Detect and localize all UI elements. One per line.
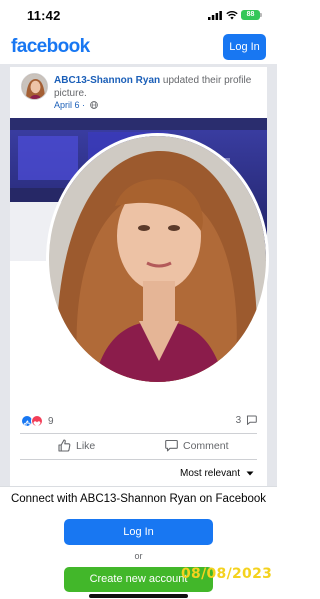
comment-icon [165,439,178,452]
post-meta: April 6 · [54,100,98,110]
divider [20,459,257,460]
or-separator: or [134,551,143,561]
cellular-signal-icon [208,11,222,20]
top-bar: facebook Log In [0,32,277,64]
profile-picture-post[interactable] [10,118,269,451]
avatar-image [22,74,47,99]
battery-icon: 88 [241,10,260,20]
wifi-icon [226,10,238,20]
post-author-link[interactable]: ABC13-Shannon Ryan [54,75,160,86]
login-button[interactable]: Log In [64,519,213,545]
battery-tip [260,13,262,17]
globe-icon [89,101,98,109]
post-date[interactable]: April 6 [54,100,80,110]
login-sheet: Connect with ABC13-Shannon Ryan on Faceb… [0,486,277,599]
reactions-row: 9 3 [10,413,267,431]
caret-down-icon [246,471,254,476]
divider [20,433,257,434]
reaction-count[interactable]: 9 [48,416,54,427]
avatar[interactable] [21,73,48,100]
login-sheet-title: Connect with ABC13-Shannon Ryan on Faceb… [10,493,267,505]
like-button[interactable]: Like [58,439,95,452]
comment-count[interactable]: 3 [236,415,257,426]
love-reaction-icon [31,415,43,427]
post-card: ABC13-Shannon Ryan updated their profile… [10,67,269,486]
comment-label: Comment [183,440,229,452]
thumbs-up-icon [58,439,71,452]
sort-dropdown[interactable]: Most relevant [180,468,254,479]
like-label: Like [76,440,96,452]
sort-label: Most relevant [180,468,241,479]
profile-photo [46,133,269,385]
comment-bubble-icon [246,415,257,426]
comment-count-value: 3 [235,415,242,426]
date-stamp-overlay: 08/08/2023 [181,566,273,582]
status-time: 11:42 [27,8,61,23]
header-login-button[interactable]: Log In [223,34,266,60]
post-header: ABC13-Shannon Ryan updated their profile… [54,74,260,100]
home-indicator[interactable] [89,594,188,598]
facebook-logo[interactable]: facebook [11,36,90,58]
status-bar: 11:42 88 [0,0,277,32]
comment-button[interactable]: Comment [165,439,229,452]
meta-separator: · [82,100,86,110]
